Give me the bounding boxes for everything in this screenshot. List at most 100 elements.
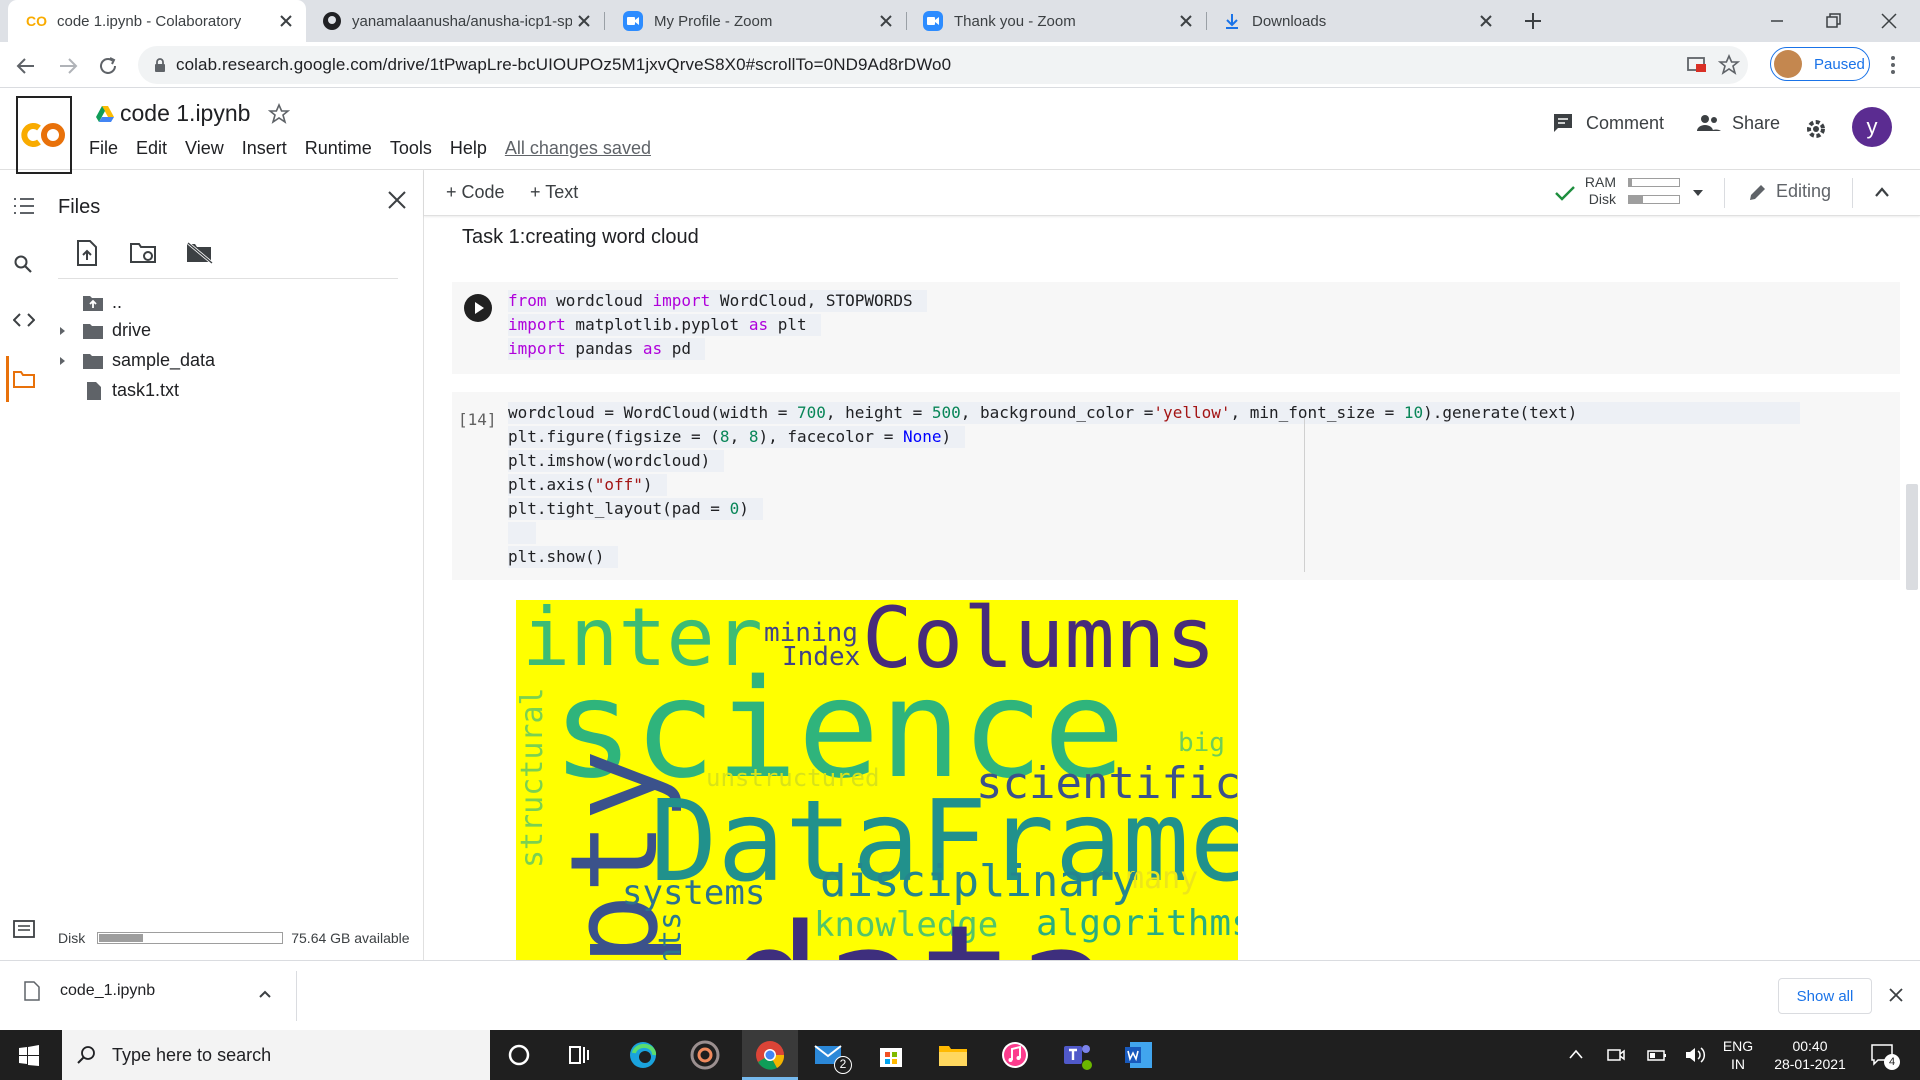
dropdown-caret-icon[interactable] [1692, 188, 1704, 198]
table-of-contents-icon[interactable] [13, 196, 35, 216]
tree-item-drive[interactable]: drive [56, 320, 151, 341]
close-icon[interactable] [574, 11, 594, 31]
close-icon[interactable] [1888, 987, 1904, 1003]
taskbar-search[interactable]: Type here to search [62, 1030, 490, 1080]
comment-icon [1554, 114, 1572, 132]
tree-item-task1[interactable]: task1.txt [86, 380, 179, 401]
groove-music-icon[interactable] [688, 1038, 722, 1072]
close-panel-icon[interactable] [387, 190, 407, 210]
comment-button[interactable]: Comment [1552, 112, 1664, 134]
close-icon[interactable] [1176, 11, 1196, 31]
file-icon [24, 981, 40, 1001]
save-status[interactable]: All changes saved [505, 138, 651, 159]
terminal-icon[interactable] [13, 920, 35, 938]
cortana-icon[interactable] [502, 1038, 536, 1072]
upload-file-icon[interactable] [76, 240, 98, 266]
menu-bar: File Edit View Insert Runtime Tools Help… [89, 138, 669, 159]
editing-mode-button[interactable]: Editing [1748, 181, 1831, 202]
tab-github[interactable]: yanamalaanusha/anusha-icp1-sp [312, 0, 604, 42]
download-item[interactable]: code_1.ipynb [24, 981, 155, 1001]
forward-icon[interactable] [56, 54, 80, 78]
close-icon[interactable] [1476, 11, 1496, 31]
chrome-taskbar-active[interactable] [742, 1030, 798, 1080]
code-cell-imports[interactable]: from wordcloud import WordCloud, STOPWOR… [452, 282, 1900, 374]
unmount-drive-icon[interactable] [186, 242, 214, 264]
menu-edit[interactable]: Edit [136, 138, 167, 159]
code-snippets-icon[interactable] [13, 312, 35, 328]
search-icon[interactable] [13, 254, 33, 274]
browser-menu-icon[interactable] [1886, 54, 1900, 76]
play-icon [475, 302, 484, 314]
windows-taskbar: Type here to search 2 ENG IN 00:40 28-01… [0, 1030, 1920, 1080]
menu-insert[interactable]: Insert [242, 138, 287, 159]
restore-icon[interactable] [1822, 10, 1844, 32]
menu-view[interactable]: View [185, 138, 224, 159]
tab-downloads[interactable]: Downloads [1210, 0, 1506, 42]
tab-title: My Profile - Zoom [654, 12, 773, 30]
colab-logo[interactable] [16, 96, 72, 174]
back-icon[interactable] [14, 54, 38, 78]
menu-tools[interactable]: Tools [390, 138, 432, 159]
code-line: import pandas as pd [508, 338, 706, 360]
teams-icon[interactable] [1060, 1038, 1094, 1072]
minimize-icon[interactable] [1766, 10, 1788, 32]
edge-icon[interactable] [626, 1038, 660, 1072]
window-close-icon[interactable] [1878, 10, 1900, 32]
close-icon[interactable] [876, 11, 896, 31]
tree-item-sample-data[interactable]: sample_data [56, 350, 215, 371]
word-icon[interactable] [1122, 1038, 1156, 1072]
folder-up-icon [83, 295, 103, 311]
new-tab-icon[interactable] [1522, 10, 1544, 32]
menu-help[interactable]: Help [450, 138, 487, 159]
add-code-button[interactable]: + Code [446, 182, 505, 203]
code-cell-wordcloud[interactable]: [14] wordcloud = WordCloud(width = 700, … [452, 392, 1900, 580]
itunes-icon[interactable] [998, 1038, 1032, 1072]
battery-icon[interactable] [1646, 1046, 1668, 1064]
resources-labels[interactable]: RAM Disk [1584, 174, 1616, 208]
disk-usage: Disk 75.64 GB available [58, 930, 410, 946]
text-cell[interactable]: Task 1:creating word cloud [462, 226, 699, 249]
share-button[interactable]: Share [1696, 112, 1780, 134]
clock[interactable]: 00:40 28-01-2021 [1768, 1037, 1852, 1073]
expand-arrow-icon[interactable] [56, 355, 68, 367]
zoom-icon [623, 11, 643, 31]
bookmark-star-icon[interactable] [1718, 54, 1740, 76]
file-explorer-icon[interactable] [936, 1038, 970, 1072]
cast-icon[interactable] [1686, 55, 1708, 75]
profile-button[interactable]: Paused [1770, 47, 1870, 81]
add-text-button[interactable]: + Text [530, 182, 578, 203]
run-cell-button[interactable] [464, 294, 492, 322]
store-icon[interactable] [874, 1038, 908, 1072]
meet-now-icon[interactable] [1606, 1045, 1626, 1065]
address-bar[interactable]: colab.research.google.com/drive/1tPwapLr… [138, 46, 1748, 84]
volume-icon[interactable] [1684, 1045, 1706, 1065]
show-all-button[interactable]: Show all [1778, 978, 1872, 1014]
chevron-up-icon[interactable] [258, 989, 272, 999]
menu-file[interactable]: File [89, 138, 118, 159]
tray-expand-icon[interactable] [1568, 1048, 1584, 1060]
collapse-chevron-icon[interactable] [1874, 186, 1890, 198]
reload-icon[interactable] [96, 54, 120, 78]
word-big: big [1178, 728, 1225, 758]
menu-runtime[interactable]: Runtime [305, 138, 372, 159]
folder-icon[interactable] [13, 370, 35, 388]
close-icon[interactable] [276, 11, 296, 31]
tree-item-up[interactable]: .. [82, 292, 122, 313]
windows-start-icon[interactable] [18, 1045, 40, 1067]
star-icon[interactable] [268, 103, 290, 125]
tab-zoom-thankyou[interactable]: Thank you - Zoom [910, 0, 1206, 42]
task-view-icon[interactable] [562, 1038, 596, 1072]
lock-icon[interactable] [152, 57, 168, 73]
tab-colab[interactable]: CO code 1.ipynb - Colaboratory [8, 0, 306, 42]
tab-zoom-profile[interactable]: My Profile - Zoom [610, 0, 906, 42]
disk-resource-label: Disk [1588, 191, 1616, 207]
language-indicator[interactable]: ENG IN [1718, 1037, 1758, 1073]
tree-item-label: .. [112, 292, 123, 312]
refresh-folder-icon[interactable] [130, 242, 158, 264]
expand-arrow-icon[interactable] [56, 325, 68, 337]
notebook-title[interactable]: code 1.ipynb [120, 100, 250, 127]
word-nts: nts [653, 911, 688, 960]
settings-gear-icon[interactable] [1804, 117, 1828, 141]
notebook-scrollbar[interactable] [1906, 484, 1918, 590]
user-avatar[interactable]: y [1852, 107, 1892, 147]
